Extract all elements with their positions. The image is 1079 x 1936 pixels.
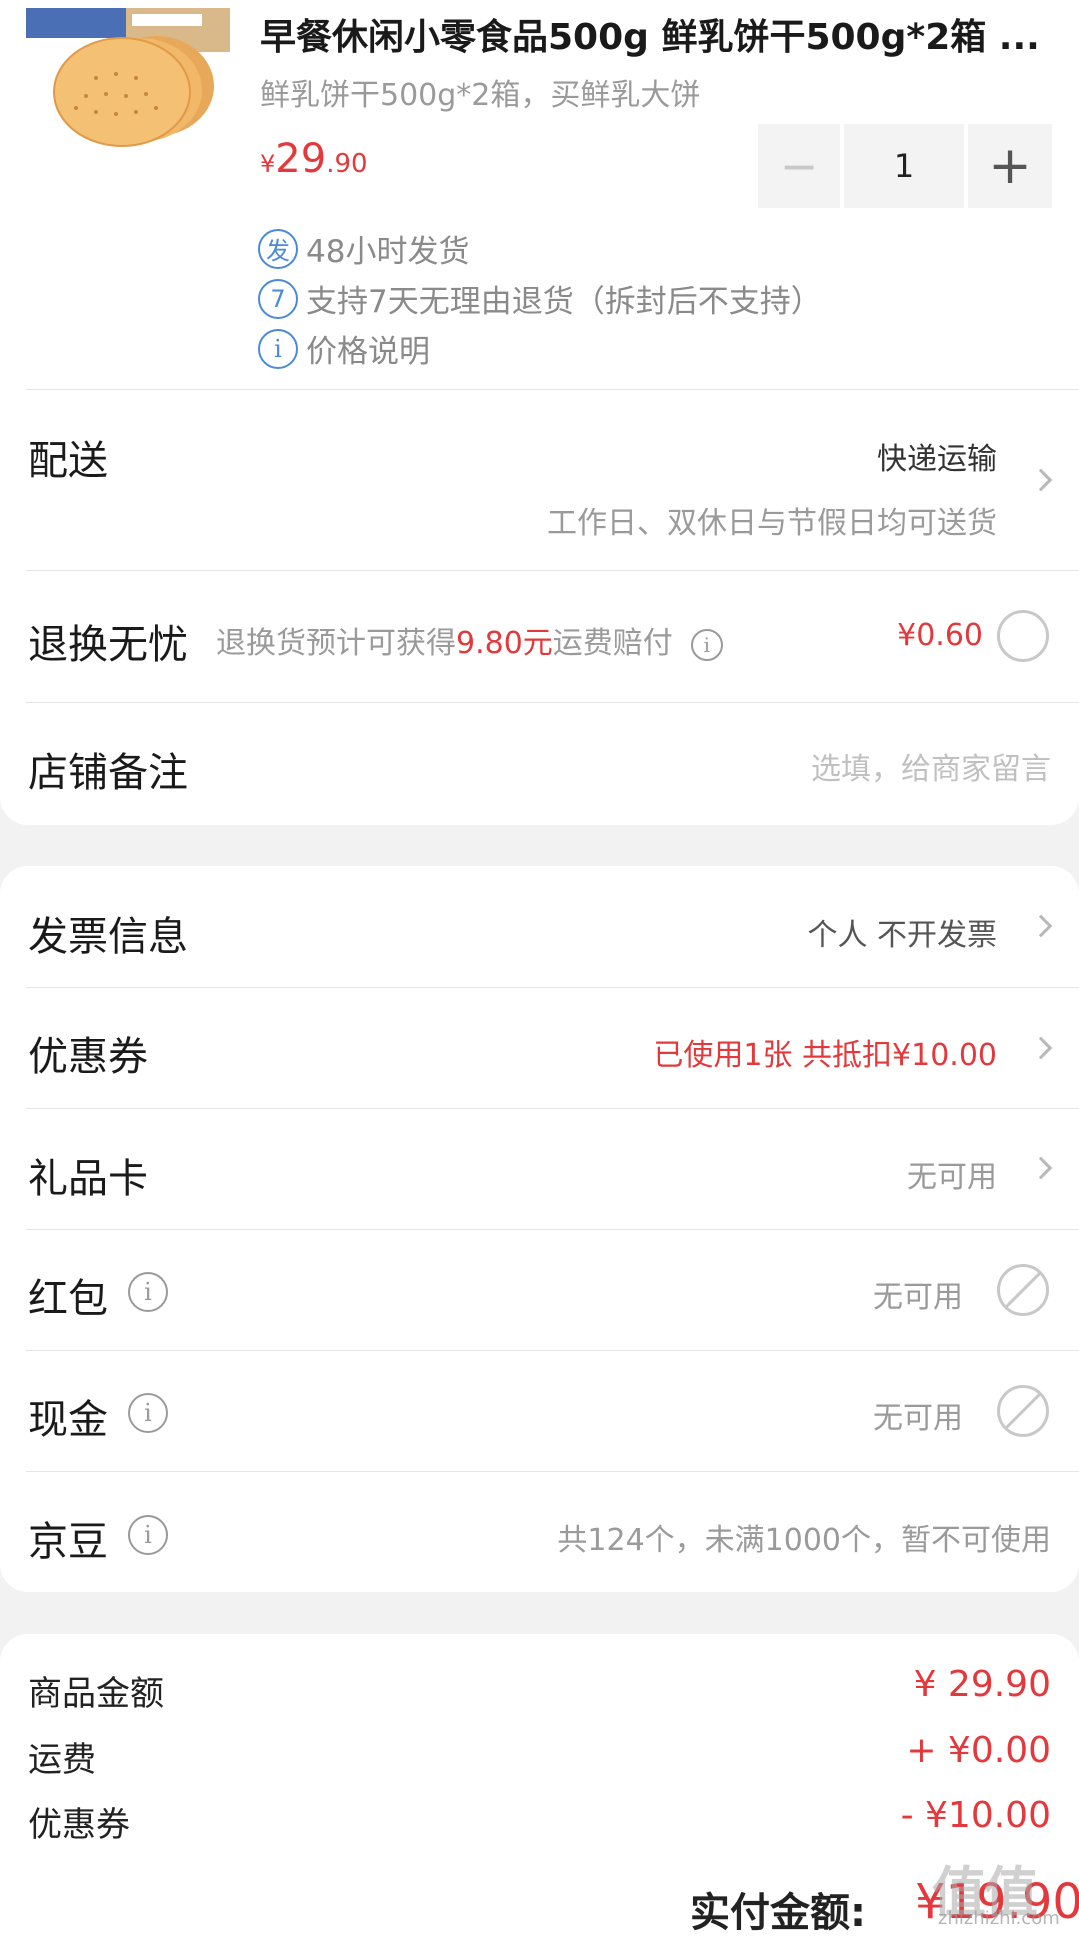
shop-note-label: 店铺备注 <box>28 750 188 796</box>
product-spec: 鲜乳饼干500g*2箱，买鲜乳大饼 <box>260 78 701 113</box>
jingdou-label: 京豆 <box>28 1519 108 1565</box>
quantity-stepper: − 1 + <box>758 124 1052 208</box>
return-desc-amount: 9.80元 <box>456 626 553 661</box>
price-currency: ¥ <box>260 150 276 178</box>
goods-amount-value: ¥ 29.90 <box>913 1664 1051 1705</box>
product-price: ¥29.90 <box>260 136 368 182</box>
delivery-note: 工作日、双休日与节假日均可送货 <box>547 506 997 541</box>
cash-value: 无可用 <box>873 1401 963 1436</box>
shipping-fee-value: + ¥0.00 <box>906 1730 1051 1771</box>
coupon-discount-value: - ¥10.00 <box>900 1795 1051 1836</box>
return-desc-prefix: 退换货预计可获得 <box>216 626 456 661</box>
gift-card-value: 无可用 <box>907 1160 997 1195</box>
price-decimal: .90 <box>326 149 368 179</box>
info-icon[interactable]: i <box>128 1272 168 1312</box>
price-integer: 29 <box>275 136 327 182</box>
divider <box>26 1350 1079 1351</box>
seven-day-return-icon: 7 <box>258 278 298 319</box>
divider <box>26 389 1079 390</box>
jingdou-value: 共124个，未满1000个，暂不可使用 <box>557 1523 1051 1558</box>
coupon-discount-label: 优惠券 <box>28 1805 130 1845</box>
divider <box>26 987 1079 988</box>
ship-icon: 发 <box>258 228 298 269</box>
service-item: 发 48小时发货 <box>258 226 469 271</box>
shipping-fee-label: 运费 <box>28 1740 96 1780</box>
decrease-button[interactable]: − <box>758 124 840 208</box>
return-insurance-price: ¥0.60 <box>897 618 983 653</box>
return-insurance-label: 退换无忧 <box>28 622 188 668</box>
unavailable-icon <box>997 1264 1049 1316</box>
divider <box>26 702 1079 703</box>
watermark-url: zhizhizhi.com <box>938 1908 1060 1929</box>
red-packet-value: 无可用 <box>873 1280 963 1315</box>
delivery-method: 快递运输 <box>877 442 997 477</box>
return-desc-suffix: 运费赔付 <box>552 626 673 661</box>
cash-label: 现金 <box>28 1397 108 1443</box>
service-item: 7 支持7天无理由退货（拆封后不支持） <box>258 276 822 321</box>
delivery-label: 配送 <box>28 438 108 484</box>
service-text: 支持7天无理由退货（拆封后不支持） <box>306 284 822 320</box>
divider <box>26 1229 1079 1230</box>
order-card: 早餐休闲小零食品500g 鲜乳饼干500g*2箱 ... 鲜乳饼干500g*2箱… <box>0 0 1079 825</box>
invoice-value: 个人 不开发票 <box>807 918 997 953</box>
red-packet-label: 红包 <box>28 1276 108 1322</box>
info-icon[interactable]: i <box>128 1393 168 1433</box>
gift-card-label: 礼品卡 <box>28 1156 148 1202</box>
unavailable-icon <box>997 1385 1049 1437</box>
service-text: 价格说明 <box>306 334 430 370</box>
quantity-input[interactable]: 1 <box>844 124 964 208</box>
product-image[interactable] <box>26 8 230 148</box>
info-icon[interactable]: i <box>690 628 723 661</box>
product-title[interactable]: 早餐休闲小零食品500g 鲜乳饼干500g*2箱 ... <box>260 8 1060 60</box>
goods-amount-label: 商品金额 <box>28 1674 164 1714</box>
service-text: 48小时发货 <box>306 234 470 270</box>
coupon-value: 已使用1张 共抵扣¥10.00 <box>653 1038 997 1073</box>
divider <box>26 1471 1079 1472</box>
coupon-label: 优惠券 <box>28 1034 148 1080</box>
total-label: 实付金额: <box>690 1890 866 1936</box>
increase-button[interactable]: + <box>968 124 1052 208</box>
chevron-right-icon <box>1029 468 1053 492</box>
return-insurance-desc: 退换货预计可获得9.80元运费赔付 i <box>216 618 723 662</box>
return-insurance-radio[interactable] <box>997 610 1049 662</box>
divider <box>26 1108 1079 1109</box>
shop-note-input[interactable]: 选填，给商家留言 <box>811 744 1051 788</box>
divider <box>26 570 1079 571</box>
price-explanation-link[interactable]: i 价格说明 <box>258 326 430 371</box>
invoice-label: 发票信息 <box>28 914 188 960</box>
info-icon: i <box>258 328 298 369</box>
info-icon[interactable]: i <box>128 1515 168 1555</box>
